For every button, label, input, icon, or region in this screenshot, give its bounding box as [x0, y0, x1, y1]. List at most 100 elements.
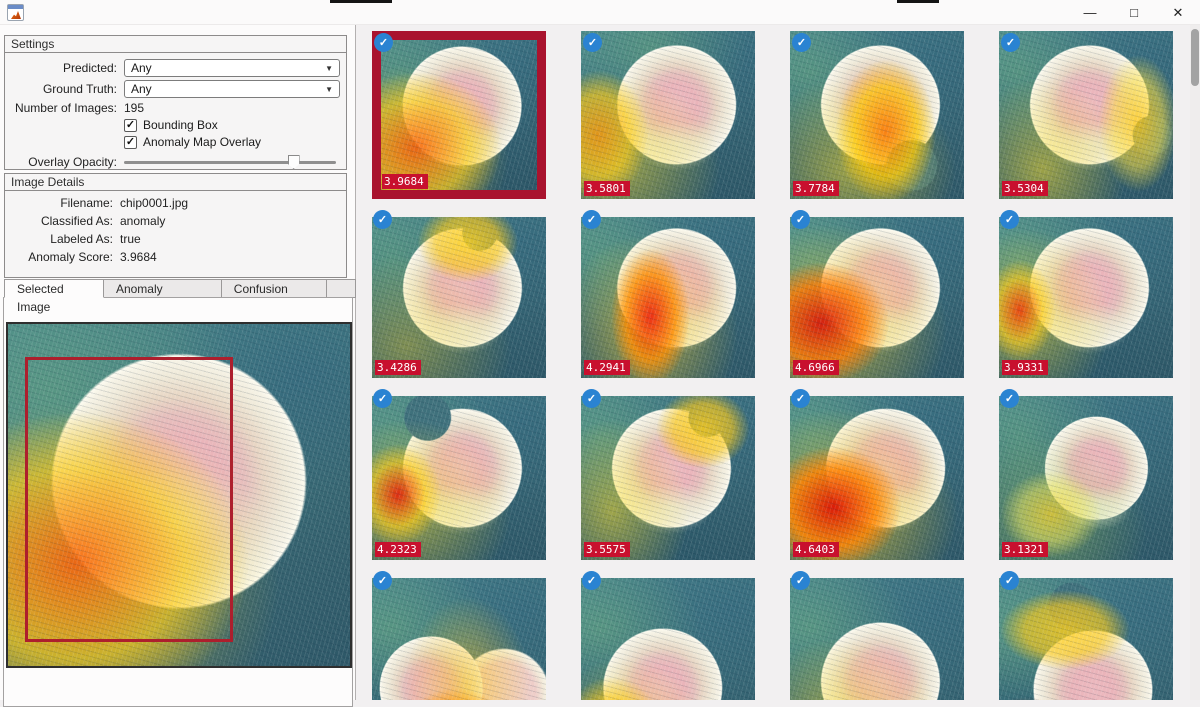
- anomaly-heatmap-image: [790, 396, 964, 560]
- number-of-images-value: 195: [124, 101, 144, 115]
- thumbnail-cell[interactable]: ✓ 3.5304: [999, 31, 1173, 199]
- slider-track[interactable]: [124, 161, 336, 164]
- thumbnail-cell[interactable]: ✓: [999, 578, 1173, 700]
- checkmark-badge-icon: ✓: [373, 389, 392, 408]
- anomaly-score-badge: 4.2323: [375, 542, 421, 557]
- checkmark-badge-icon: ✓: [373, 571, 392, 590]
- ground-truth-row: Ground Truth: Any ▼: [9, 80, 340, 98]
- anomaly-overlay-row: ✓ Anomaly Map Overlay: [124, 135, 340, 149]
- close-button[interactable]: ✕: [1156, 0, 1200, 25]
- thumbnail-cell[interactable]: ✓ 3.5801: [581, 31, 755, 199]
- anomaly-bounding-box: [25, 357, 233, 642]
- bounding-box-row: ✓ Bounding Box: [124, 118, 340, 132]
- classified-as-value: anomaly: [120, 214, 165, 228]
- checkmark-badge-icon: ✓: [791, 571, 810, 590]
- labeled-as-value: true: [120, 232, 141, 246]
- ground-truth-dropdown-value: Any: [131, 82, 152, 96]
- thumbnail-cell[interactable]: ✓: [581, 578, 755, 700]
- predicted-dropdown[interactable]: Any ▼: [124, 59, 340, 77]
- chevron-down-icon: ▼: [325, 85, 333, 94]
- screen-artifact: [897, 0, 939, 3]
- labeled-as-row: Labeled As: true: [9, 232, 340, 246]
- thumbnail-cell[interactable]: ✓: [790, 578, 964, 700]
- anomaly-heatmap-image: [372, 578, 546, 700]
- anomaly-heatmap-image: [581, 31, 755, 199]
- scrollbar-thumb[interactable]: [1191, 29, 1199, 86]
- thumbnail-cell[interactable]: ✓ 4.2323: [372, 396, 546, 560]
- anomaly-heatmap-image: [999, 31, 1173, 199]
- title-bar: — □ ✕: [0, 0, 1200, 25]
- filename-value: chip0001.jpg: [120, 196, 188, 210]
- overlay-opacity-label: Overlay Opacity:: [9, 155, 117, 169]
- anomaly-score-badge: 3.9331: [1002, 360, 1048, 375]
- thumbnail-cell[interactable]: ✓ 3.4286: [372, 217, 546, 378]
- thumbnail-cell[interactable]: ✓ 3.1321: [999, 396, 1173, 560]
- anomaly-map-overlay-checkbox[interactable]: ✓: [124, 136, 137, 149]
- anomaly-heatmap-image: [790, 217, 964, 378]
- control-sidebar: Settings Predicted: Any ▼ Ground Truth: …: [0, 25, 356, 700]
- anomaly-map-overlay-label: Anomaly Map Overlay: [143, 135, 261, 149]
- filename-row: Filename: chip0001.jpg: [9, 196, 340, 210]
- thumbnail-grid: ✓ 3.9684 ✓ 3.5801 ✓ 3.7784 ✓ 3.5304 ✓ 3.…: [372, 31, 1173, 700]
- ground-truth-dropdown[interactable]: Any ▼: [124, 80, 340, 98]
- anomaly-heatmap-image: [372, 217, 546, 378]
- vertical-scrollbar[interactable]: [1190, 25, 1200, 700]
- anomaly-heatmap-image: [790, 578, 964, 700]
- maximize-button[interactable]: □: [1112, 0, 1156, 25]
- tab-confusion-matrix[interactable]: Confusion Matrix: [221, 279, 327, 298]
- settings-panel-title: Settings: [5, 36, 346, 53]
- checkmark-badge-icon: ✓: [582, 571, 601, 590]
- anomaly-score-badge: 3.5801: [584, 181, 630, 196]
- thumbnail-cell[interactable]: ✓: [372, 578, 546, 700]
- tab-selected-image[interactable]: Selected Image: [4, 279, 104, 298]
- classified-as-label: Classified As:: [9, 214, 113, 228]
- image-details-panel: Image Details Filename: chip0001.jpg Cla…: [4, 173, 347, 278]
- bounding-box-label: Bounding Box: [143, 118, 218, 132]
- number-of-images-row: Number of Images: 195: [9, 101, 340, 115]
- ground-truth-label: Ground Truth:: [9, 82, 117, 96]
- anomaly-heatmap-image: [581, 396, 755, 560]
- minimize-button[interactable]: —: [1068, 0, 1112, 25]
- checkmark-badge-icon: ✓: [1000, 571, 1019, 590]
- thumbnail-cell[interactable]: ✓ 3.9331: [999, 217, 1173, 378]
- thumbnail-cell[interactable]: ✓ 3.7784: [790, 31, 964, 199]
- thumbnail-cell[interactable]: ✓ 3.9684: [372, 31, 546, 199]
- anomaly-score-badge: 3.1321: [1002, 542, 1048, 557]
- checkmark-badge-icon: ✓: [583, 33, 602, 52]
- checkmark-badge-icon: ✓: [1001, 33, 1020, 52]
- anomaly-heatmap-image: [581, 578, 755, 700]
- checkmark-badge-icon: ✓: [791, 389, 810, 408]
- checkmark-badge-icon: ✓: [374, 33, 393, 52]
- bounding-box-checkbox[interactable]: ✓: [124, 119, 137, 132]
- anomaly-heatmap-image: [999, 578, 1173, 700]
- anomaly-score-badge: 4.2941: [584, 360, 630, 375]
- predicted-row: Predicted: Any ▼: [9, 59, 340, 77]
- predicted-label: Predicted:: [9, 61, 117, 75]
- labeled-as-label: Labeled As:: [9, 232, 113, 246]
- thumbnail-grid-region: ✓ 3.9684 ✓ 3.5801 ✓ 3.7784 ✓ 3.5304 ✓ 3.…: [357, 25, 1200, 700]
- slider-thumb[interactable]: [288, 155, 300, 169]
- number-of-images-label: Number of Images:: [9, 101, 117, 115]
- thumbnail-cell[interactable]: ✓ 4.6403: [790, 396, 964, 560]
- checkmark-badge-icon: ✓: [582, 210, 601, 229]
- anomaly-heatmap-image: [999, 396, 1173, 560]
- checkmark-badge-icon: ✓: [791, 210, 810, 229]
- anomaly-score-label: Anomaly Score:: [9, 250, 113, 264]
- anomaly-score-badge: 3.5575: [584, 542, 630, 557]
- overlay-opacity-slider[interactable]: [124, 154, 336, 170]
- anomaly-heatmap-image: [581, 217, 755, 378]
- anomaly-score-row: Anomaly Score: 3.9684: [9, 250, 340, 264]
- window-controls: — □ ✕: [1068, 0, 1200, 25]
- matlab-app-icon: [7, 4, 24, 21]
- anomaly-score-badge: 4.6966: [793, 360, 839, 375]
- selected-image-panel: [3, 297, 353, 707]
- thumbnail-cell[interactable]: ✓ 4.6966: [790, 217, 964, 378]
- selected-image-view[interactable]: [6, 322, 352, 668]
- thumbnail-cell[interactable]: ✓ 4.2941: [581, 217, 755, 378]
- image-details-panel-title: Image Details: [5, 174, 346, 191]
- predicted-dropdown-value: Any: [131, 61, 152, 75]
- tab-anomaly-histogram[interactable]: Anomaly Histogram: [103, 279, 222, 298]
- classified-as-row: Classified As: anomaly: [9, 214, 340, 228]
- thumbnail-cell[interactable]: ✓ 3.5575: [581, 396, 755, 560]
- filename-label: Filename:: [9, 196, 113, 210]
